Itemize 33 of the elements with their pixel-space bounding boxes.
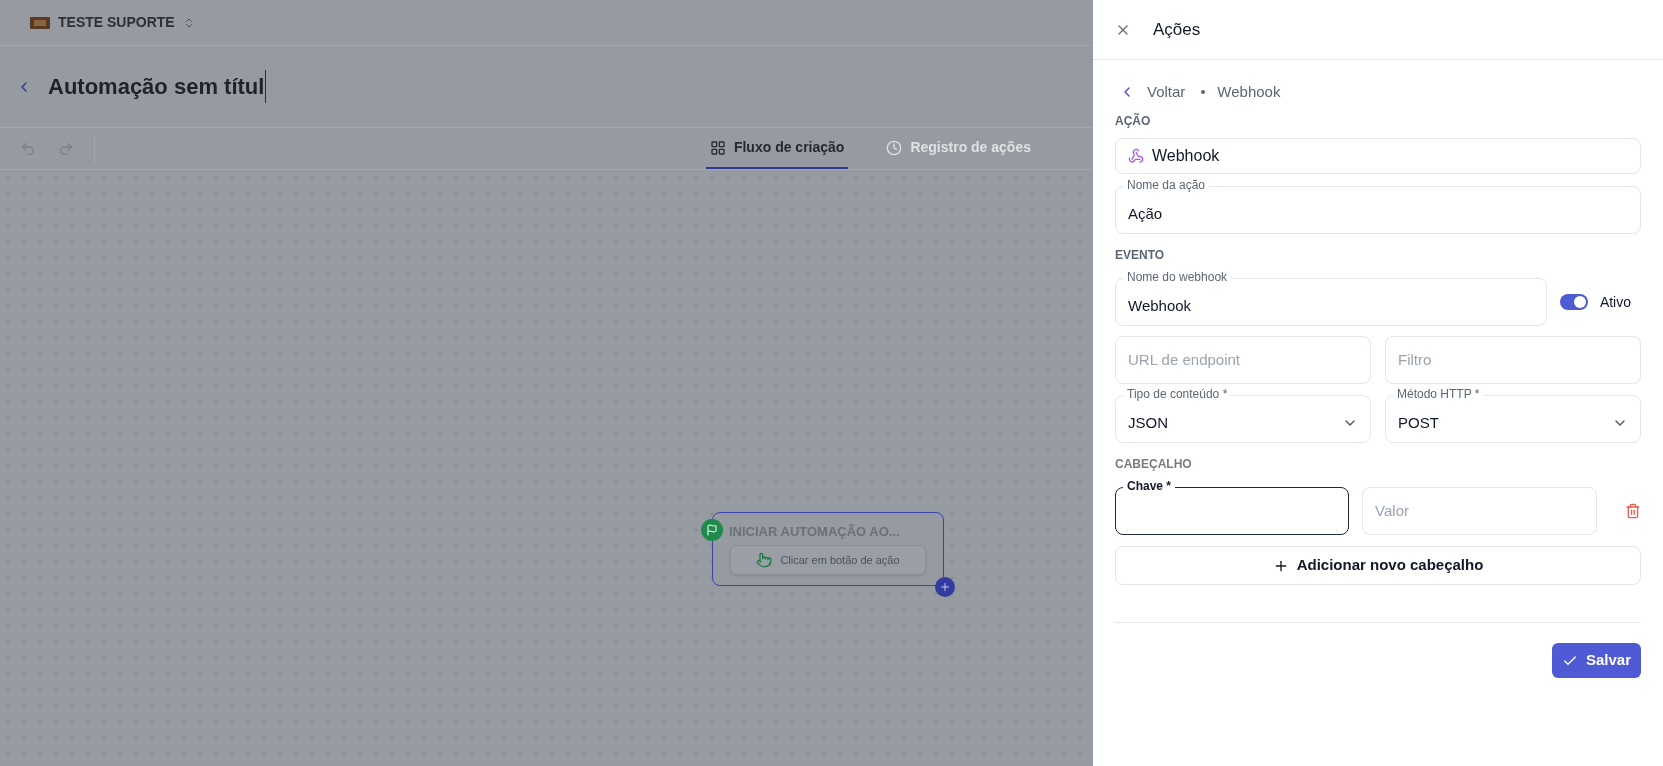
flag-icon — [701, 519, 723, 541]
workspace-logo-icon — [30, 16, 50, 29]
placeholder-text: Valor — [1375, 500, 1410, 521]
back-link[interactable]: Voltar — [1115, 80, 1190, 104]
field-value: Webhook — [1128, 295, 1193, 316]
placeholder-text: URL de endpoint — [1128, 349, 1242, 370]
action-type-field[interactable]: Webhook — [1115, 138, 1641, 174]
webhook-icon — [1128, 148, 1144, 164]
save-button[interactable]: Salvar — [1551, 643, 1641, 678]
field-label: Nome da ação — [1123, 177, 1210, 193]
breadcrumb-current: Webhook — [1217, 81, 1281, 102]
view-tab[interactable]: Fluxo de criação — [705, 128, 849, 169]
placeholder-text: Filtro — [1398, 349, 1433, 370]
active-toggle[interactable] — [1559, 294, 1588, 310]
section-heading: AÇÃO — [1115, 112, 1152, 130]
add-header-button[interactable]: Adicionar novo cabeçalho — [1115, 546, 1641, 585]
field-value: Ação — [1128, 203, 1164, 224]
add-step-icon[interactable] — [935, 577, 955, 597]
automation-title[interactable]: Automação sem títul — [48, 70, 267, 103]
field-label: Tipo de conteúdo * — [1123, 386, 1232, 402]
grid-icon — [709, 139, 726, 156]
workspace-name[interactable]: TESTE SUPORTE — [58, 12, 175, 33]
clock-icon — [886, 139, 903, 156]
section-heading: CABEÇALHO — [1115, 456, 1193, 473]
trigger-chip[interactable]: Clicar em botão de ação — [730, 545, 926, 575]
pointer-icon — [756, 552, 773, 568]
trigger-label: Clicar em botão de ação — [780, 552, 900, 568]
section-heading: EVENTO — [1115, 247, 1166, 264]
field-value: JSON — [1128, 412, 1169, 433]
field-value: POST — [1398, 412, 1440, 433]
panel-title: Ações — [1153, 18, 1201, 41]
trash-icon[interactable] — [1625, 503, 1641, 519]
toggle-label: Ativo — [1599, 292, 1631, 312]
